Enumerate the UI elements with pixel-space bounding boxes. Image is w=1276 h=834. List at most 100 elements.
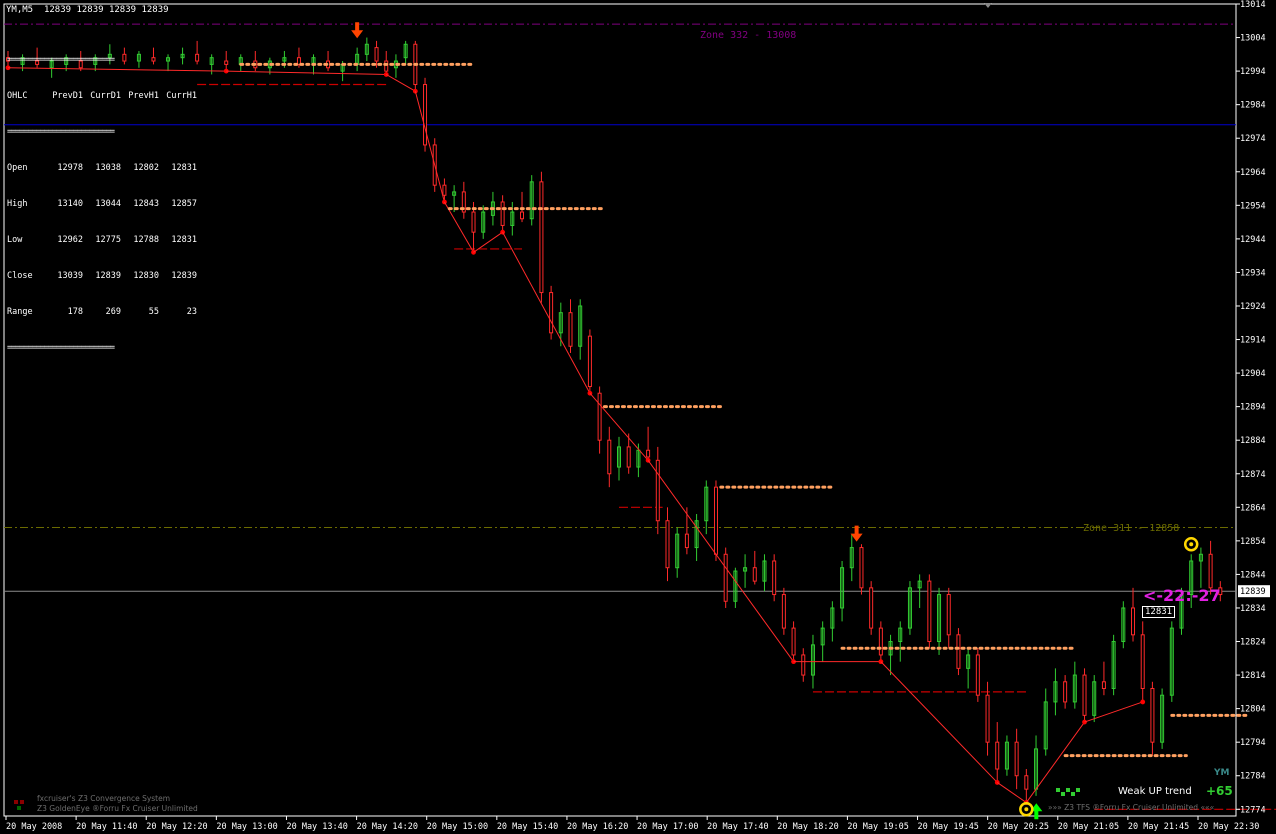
table-row: High 13140 13044 12843 12857	[7, 198, 197, 210]
symbol-header: YM,M5 12839 12839 12839 12839	[6, 5, 169, 15]
candle-body	[384, 60, 389, 72]
candle-body	[859, 547, 864, 589]
x-tick-label: 20 May 21:45	[1128, 822, 1189, 832]
table-cell: 23	[186, 307, 197, 317]
candle-body	[549, 292, 554, 334]
trail-line	[414, 91, 445, 203]
symbol-ohlc: 12839 12839 12839 12839	[43, 5, 169, 15]
trail-line	[1025, 721, 1085, 803]
x-tick-label: 20 May 16:20	[567, 822, 628, 832]
down-arrow-icon	[351, 22, 364, 39]
y-tick-label: 12784	[1240, 772, 1266, 782]
bar-countdown: <-22:-27	[1143, 586, 1221, 605]
y-tick-label: 12914	[1240, 336, 1266, 346]
table-header-row: OHLC PrevD1 CurrD1 PrevH1 CurrH1	[7, 90, 197, 102]
table-cell: 12802	[133, 163, 159, 173]
candle-body	[956, 634, 961, 669]
low-dot	[1140, 699, 1146, 705]
candle-body	[626, 446, 631, 468]
y-tick-label: 12904	[1240, 369, 1266, 379]
candle-body	[655, 459, 660, 522]
table-row: Open 12978 13038 12802 12831	[7, 162, 197, 174]
candle-body	[801, 654, 806, 676]
candle-body	[1024, 775, 1029, 790]
trail-line	[647, 460, 794, 662]
table-col-header: PrevD1	[52, 91, 83, 101]
table-cell: 12831	[171, 235, 197, 245]
footer-right: »»» Z3 TFS ®Forru Fx Cruiser Unlimited «…	[1048, 803, 1215, 812]
table-cell: 269	[105, 307, 121, 317]
table-cell: 55	[148, 307, 159, 317]
x-tick-label: 20 May 12:20	[146, 822, 207, 832]
candle-body	[597, 392, 602, 441]
candle-body	[520, 211, 525, 220]
trend-bar-icon	[1061, 792, 1065, 796]
x-tick-label: 20 May 14:20	[357, 822, 418, 832]
candle-body	[423, 84, 428, 146]
y-tick-label: 12874	[1240, 470, 1266, 480]
y-tick-label: 12994	[1240, 67, 1266, 77]
trend-bar-icon	[1076, 788, 1080, 792]
x-tick-label: 20 May 17:00	[637, 822, 698, 832]
price-label-second: 12831	[1142, 606, 1176, 618]
table-row: Close 13039 12839 12830 12839	[7, 270, 197, 282]
trend-symbol: YM	[1214, 768, 1230, 778]
candle-body	[791, 627, 796, 656]
table-row: Range 178 269 55 23	[7, 306, 197, 318]
candle-body	[985, 694, 990, 743]
x-tick-label: 20 May 19:05	[847, 822, 908, 832]
trend-bar-icon	[1066, 788, 1070, 792]
table-col-header: OHLC	[7, 91, 28, 101]
table-cell: 12839	[171, 271, 197, 281]
footer-left-line1: fxcruiser's Z3 Convergence System	[37, 794, 171, 803]
candle-body	[1101, 681, 1106, 689]
x-tick-label: 20 May 20:25	[988, 822, 1049, 832]
x-tick-label: 20 May 13:40	[286, 822, 347, 832]
table-cell: 12843	[133, 199, 159, 209]
table-cell: 12962	[57, 235, 83, 245]
table-rule-top: ==========================	[7, 55, 115, 65]
logo-icon	[14, 800, 18, 804]
footer-left-line2: Z3 GoldenEye ®Forru Fx Cruiser Unlimited	[37, 804, 198, 813]
table-cell: 13044	[95, 199, 121, 209]
candle-body	[946, 594, 951, 636]
table-rule-mid: ==========================	[7, 127, 115, 137]
y-tick-label: 12884	[1240, 436, 1266, 446]
table-cell: 12831	[171, 163, 197, 173]
table-cell: 178	[67, 307, 83, 317]
scroll-marker-icon	[984, 3, 992, 8]
y-tick-label: 12934	[1240, 268, 1266, 278]
x-tick-label: 20 May 19:45	[918, 822, 979, 832]
candle-body	[500, 201, 505, 226]
candle-body	[442, 184, 447, 196]
candle-body	[607, 439, 612, 475]
candle-body	[772, 560, 777, 596]
candle-body	[539, 181, 544, 294]
table-cell: 13140	[57, 199, 83, 209]
candle-body	[869, 587, 874, 629]
y-tick-label: 12844	[1240, 570, 1266, 580]
candle-body	[713, 486, 718, 555]
table-col-header: CurrD1	[90, 91, 121, 101]
trend-value: +65	[1206, 784, 1233, 798]
candle-body	[1014, 741, 1019, 777]
x-tick-label: 20 May 15:40	[497, 822, 558, 832]
y-tick-label: 12774	[1240, 805, 1266, 815]
y-tick-label: 12854	[1240, 537, 1266, 547]
x-tick-label: 20 May 18:20	[777, 822, 838, 832]
candle-body	[1082, 674, 1087, 716]
signal-circle-dot	[1024, 807, 1029, 812]
candle-body	[927, 580, 932, 643]
candle-body	[752, 567, 757, 582]
table-cell: 13039	[57, 271, 83, 281]
y-tick-label: 13004	[1240, 34, 1266, 44]
trail-line	[996, 782, 1027, 803]
chart-frame: 13014 13004 12994 12984 12974 12964 12954 12944…	[0, 0, 1276, 834]
y-tick-label: 12794	[1240, 738, 1266, 748]
candle-body	[665, 520, 670, 569]
table-cell: 12775	[95, 235, 121, 245]
table-cell: 13038	[95, 163, 121, 173]
y-tick-label: 12944	[1240, 235, 1266, 245]
x-tick-label: 20 May 13:00	[216, 822, 277, 832]
candle-body	[975, 654, 980, 696]
